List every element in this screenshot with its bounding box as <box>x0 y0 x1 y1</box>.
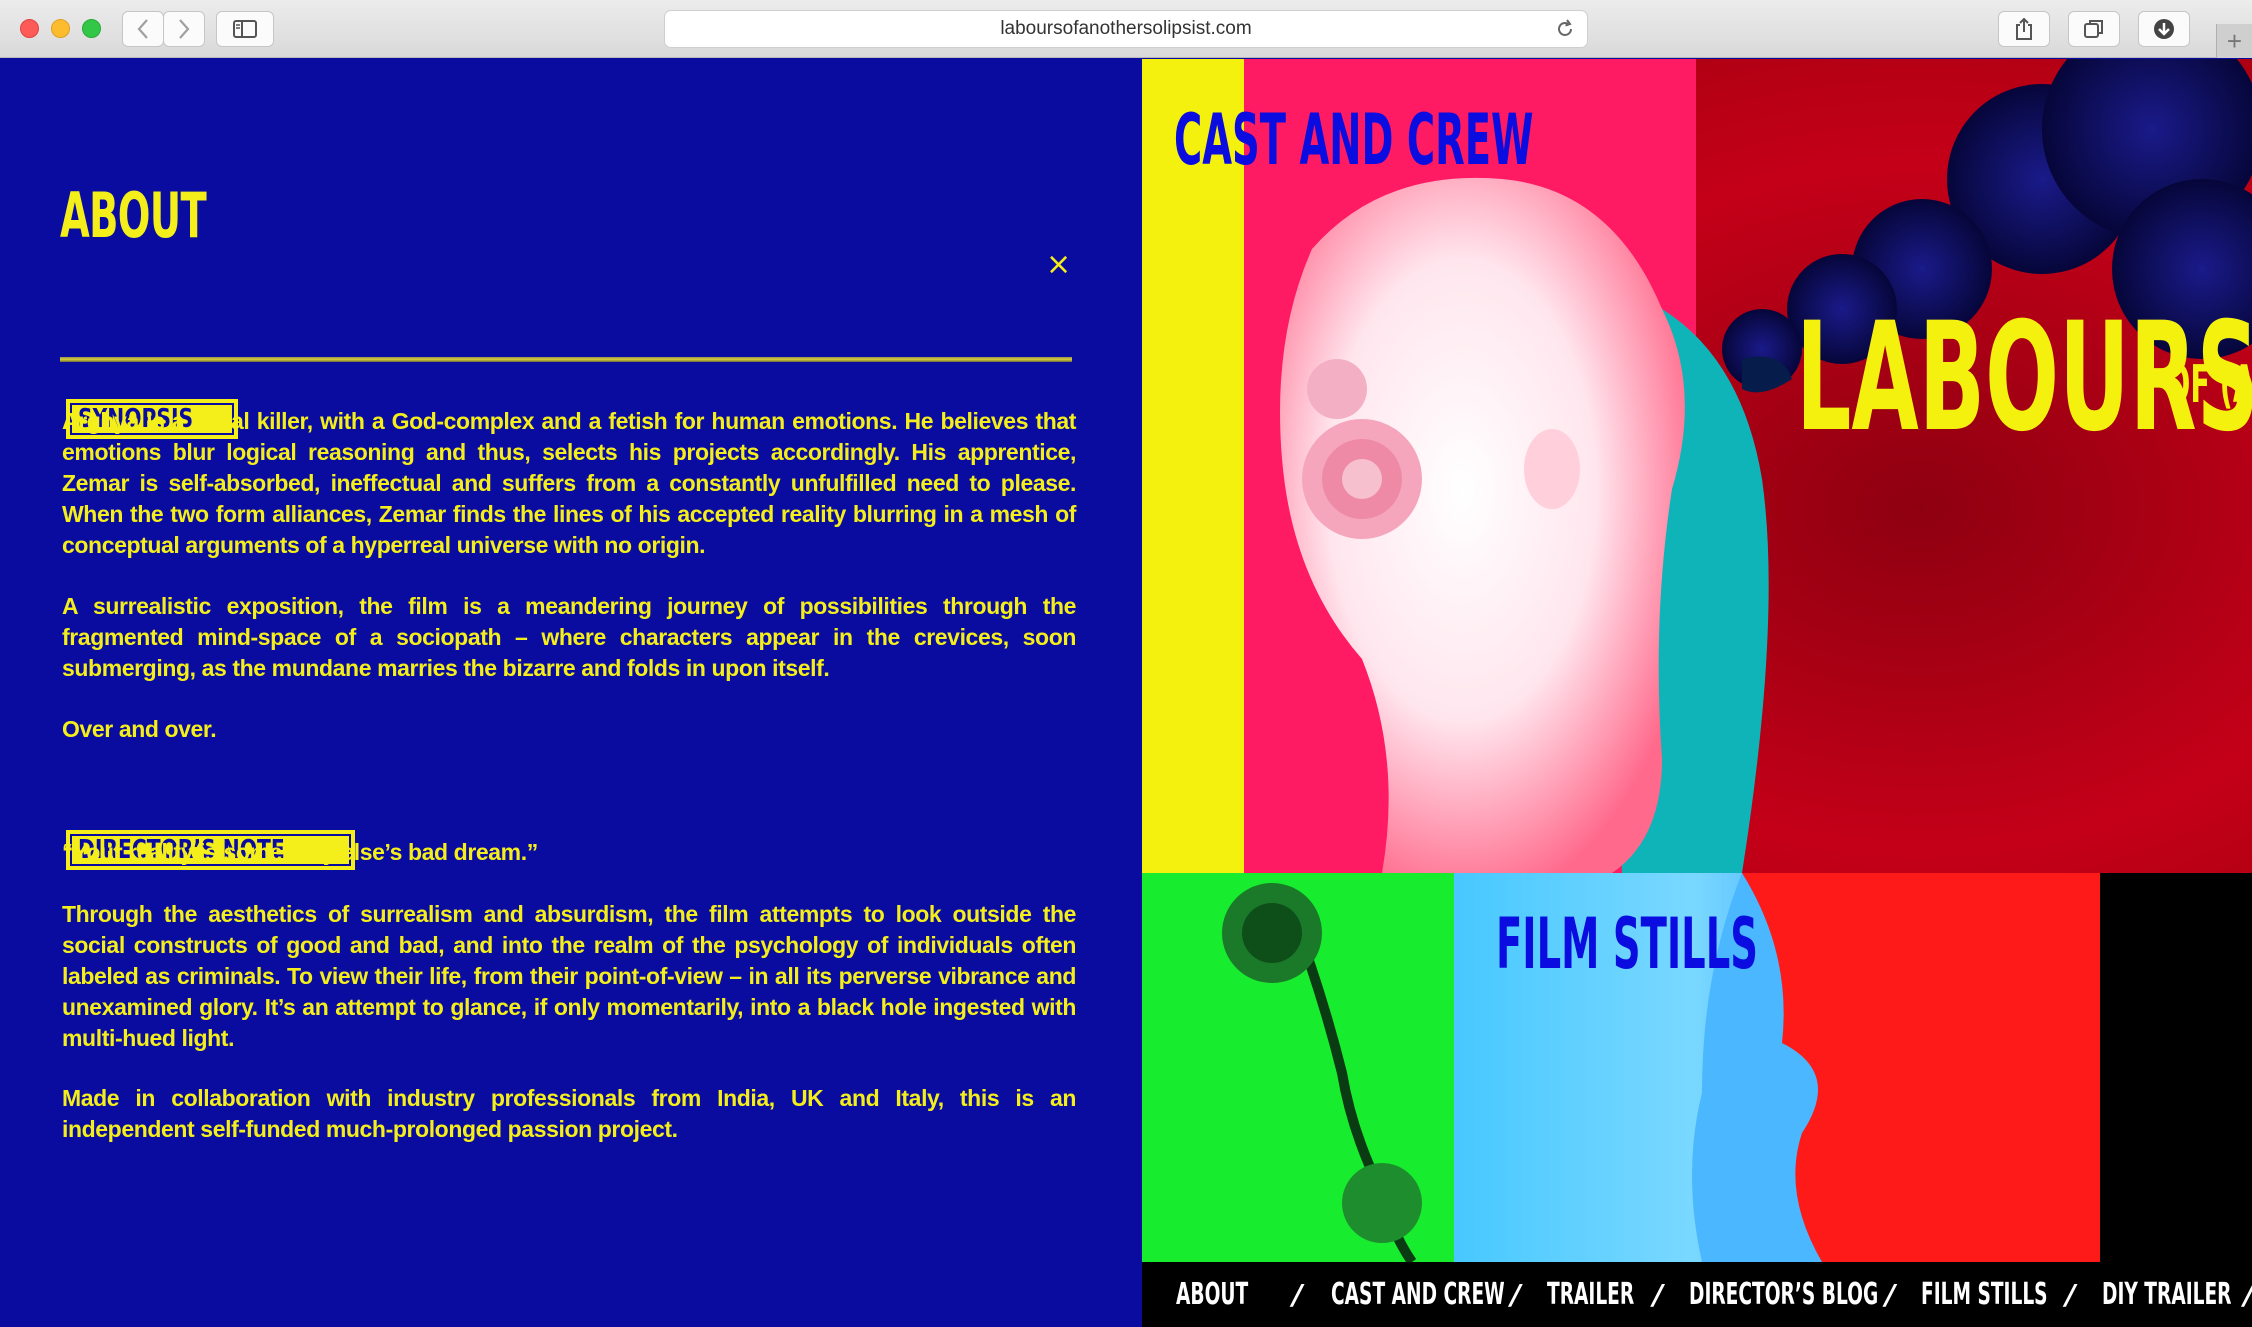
nav-diy-trailer[interactable]: DIY TRAILER <box>2102 1277 2232 1312</box>
nav-separator: / <box>1652 1278 1664 1311</box>
close-window-button[interactable] <box>20 19 39 38</box>
sidebar-toggle-button[interactable] <box>216 11 274 47</box>
director-paragraph-2: Made in collaboration with industry prof… <box>62 1085 1076 1142</box>
back-button[interactable] <box>122 11 164 47</box>
synopsis-paragraph-1: Arghya is a serial killer, with a God-co… <box>62 408 1076 558</box>
about-heading: ABOUT <box>60 179 207 252</box>
film-title-suffix: OF (AN <box>2166 355 2252 415</box>
synopsis-paragraph-2: A surrealistic exposition, the film is a… <box>62 593 1076 681</box>
chevron-left-icon <box>137 19 148 39</box>
cast-tile-artwork <box>1142 59 2252 873</box>
tabs-icon <box>2084 20 2103 38</box>
browser-toolbar: laboursofanothersolipsist.com + <box>0 0 2252 58</box>
share-icon <box>2016 17 2032 40</box>
close-about-button[interactable]: × <box>1046 250 1071 280</box>
nav-about[interactable]: ABOUT <box>1176 1277 1248 1312</box>
download-icon <box>2154 19 2174 39</box>
heading-divider <box>60 357 1072 362</box>
downloads-button[interactable] <box>2138 11 2190 47</box>
nav-trailer[interactable]: TRAILER <box>1547 1277 1634 1312</box>
director-paragraph-1: Through the aesthetics of surrealism and… <box>62 901 1076 1051</box>
share-button[interactable] <box>1998 11 2050 47</box>
zoom-window-button[interactable] <box>82 19 101 38</box>
minimize-window-button[interactable] <box>51 19 70 38</box>
nav-separator: / <box>2244 1278 2252 1311</box>
reload-icon[interactable] <box>1555 19 1575 45</box>
tabs-overview-button[interactable] <box>2068 11 2120 47</box>
nav-separator: / <box>1510 1278 1521 1311</box>
about-panel: ABOUT × SYNOPSIS Arghya is a serial kill… <box>0 59 1142 1327</box>
film-stills-label[interactable]: FILM STILLS <box>1496 903 1758 985</box>
nav-separator: / <box>1885 1278 1896 1311</box>
chevron-right-icon <box>179 19 190 39</box>
sidebar-icon <box>233 20 257 38</box>
synopsis-paragraph-3: Over and over. <box>62 716 217 742</box>
cast-and-crew-tile[interactable]: CAST AND CREW LABOURS OF (AN <box>1142 59 2252 873</box>
new-tab-button[interactable]: + <box>2216 24 2252 58</box>
url-text: laboursofanothersolipsist.com <box>1000 18 1252 39</box>
nav-separator: / <box>2065 1278 2076 1311</box>
cast-and-crew-label[interactable]: CAST AND CREW <box>1174 99 1533 181</box>
nav-film-stills[interactable]: FILM STILLS <box>1921 1277 2048 1312</box>
forward-button[interactable] <box>163 11 205 47</box>
address-bar[interactable]: laboursofanothersolipsist.com <box>664 10 1588 48</box>
bottom-navigation: ABOUT / CAST AND CREW / TRAILER / DIRECT… <box>1142 1262 2252 1327</box>
nav-directors-blog[interactable]: DIRECTOR’S BLOG <box>1689 1277 1878 1312</box>
nav-separator: / <box>1292 1278 1303 1311</box>
director-quote: “Your reality is somebody else’s bad dre… <box>62 839 538 865</box>
nav-cast-and-crew[interactable]: CAST AND CREW <box>1331 1277 1505 1312</box>
film-stills-tile[interactable]: FILM STILLS <box>1142 873 2252 1262</box>
